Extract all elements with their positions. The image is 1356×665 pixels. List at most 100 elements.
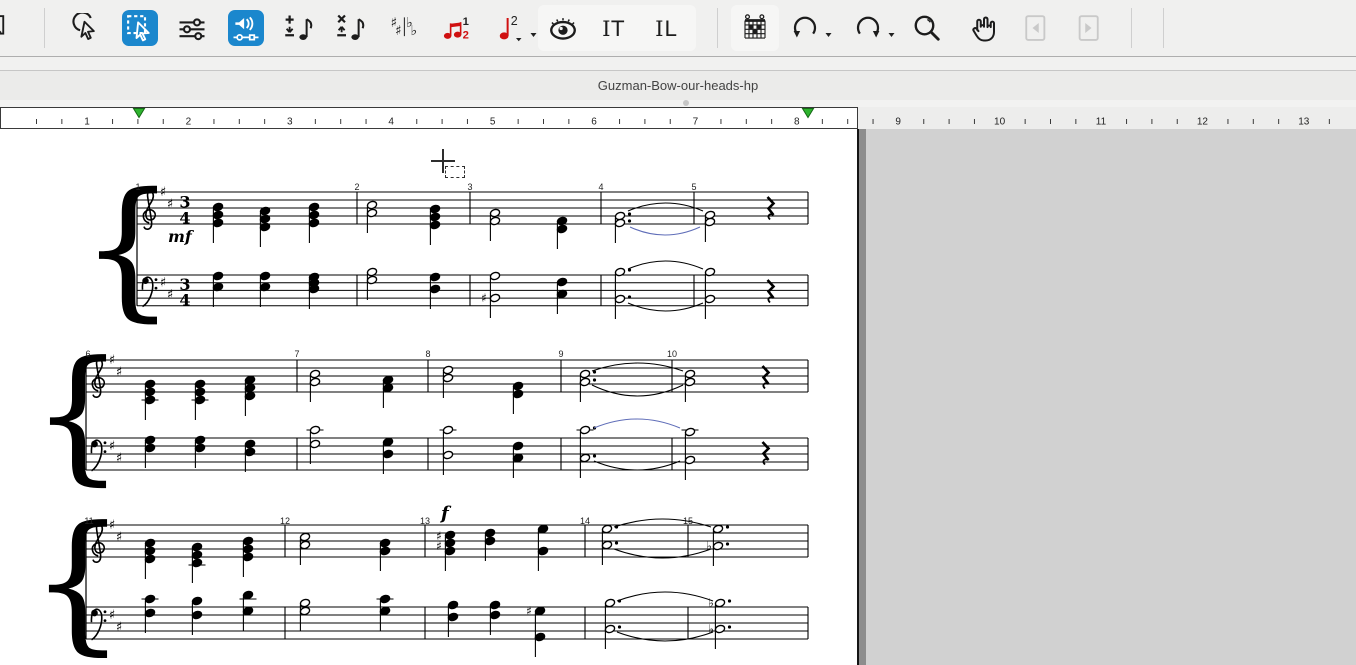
divider-strip bbox=[0, 100, 1356, 107]
view-options-button[interactable] bbox=[546, 11, 580, 45]
pan-tool-button[interactable] bbox=[965, 11, 999, 45]
accidentals-button[interactable]: ♯♯♭♭ bbox=[388, 11, 422, 45]
note-event[interactable] bbox=[763, 442, 769, 465]
note-event[interactable] bbox=[440, 425, 457, 475]
dynamic-marking[interactable]: mf bbox=[168, 227, 195, 246]
playback-settings-button[interactable] bbox=[228, 10, 264, 46]
note-event[interactable] bbox=[377, 594, 394, 631]
note-event[interactable] bbox=[537, 524, 548, 571]
note-event[interactable] bbox=[308, 272, 319, 309]
note-event[interactable] bbox=[768, 280, 774, 303]
tie[interactable] bbox=[592, 363, 683, 371]
edit-partial-icon bbox=[0, 13, 7, 43]
note-event[interactable] bbox=[244, 375, 255, 416]
note-event[interactable] bbox=[382, 437, 393, 474]
note-event[interactable] bbox=[601, 524, 618, 565]
note-event[interactable] bbox=[259, 271, 270, 307]
note-event[interactable] bbox=[429, 272, 440, 309]
measure-number: 13 bbox=[420, 516, 430, 526]
note-event[interactable] bbox=[379, 538, 390, 571]
tie[interactable] bbox=[617, 592, 713, 601]
edit-mode-button[interactable] bbox=[0, 11, 9, 45]
tie[interactable] bbox=[614, 519, 711, 527]
note-event[interactable] bbox=[194, 435, 205, 468]
selected-tie[interactable] bbox=[594, 419, 680, 428]
insert-note-button[interactable] bbox=[282, 11, 316, 45]
measure-number: 9 bbox=[558, 349, 563, 359]
tie[interactable] bbox=[592, 385, 683, 396]
note-event[interactable] bbox=[240, 590, 257, 631]
chevron-down-icon bbox=[887, 31, 896, 39]
chord-diagram-button[interactable] bbox=[738, 11, 772, 45]
note-event[interactable] bbox=[192, 379, 209, 420]
note-event[interactable] bbox=[308, 202, 319, 243]
note-event[interactable] bbox=[604, 598, 621, 649]
note-event[interactable] bbox=[244, 439, 255, 472]
score-area: { ♯♯34 ♯♯3412345 ♯ { ♯♯ ♯♯678910 { ♯♯ ♯♯… bbox=[0, 129, 1356, 665]
horizontal-ruler[interactable]: 12345678910111213 bbox=[0, 107, 1356, 129]
note-event[interactable]: ♭ bbox=[706, 524, 729, 566]
note-event[interactable] bbox=[512, 381, 523, 414]
svg-text:2: 2 bbox=[186, 117, 192, 128]
note-event[interactable] bbox=[142, 379, 159, 420]
note-event[interactable] bbox=[142, 594, 159, 633]
tie[interactable] bbox=[617, 632, 713, 641]
quarter-rest bbox=[763, 442, 769, 465]
lasso-pointer-icon bbox=[72, 13, 102, 43]
note-event[interactable] bbox=[259, 206, 270, 247]
text-tool-button[interactable]: IT bbox=[597, 11, 631, 45]
dynamic-marking[interactable]: f bbox=[439, 503, 452, 524]
note-duration-button[interactable]: 2 bbox=[493, 11, 527, 45]
note-event[interactable] bbox=[512, 441, 523, 478]
filter-settings-button[interactable] bbox=[175, 11, 209, 45]
marquee-select-button[interactable] bbox=[122, 10, 158, 46]
redo-button-dropdown-caret[interactable] bbox=[887, 26, 896, 34]
note-event[interactable] bbox=[366, 267, 377, 300]
note-event[interactable] bbox=[556, 277, 567, 314]
note-duration-button-dropdown-caret[interactable] bbox=[529, 26, 538, 34]
undo-button[interactable] bbox=[788, 11, 822, 45]
score-svg[interactable]: { ♯♯34 ♯♯3412345 ♯ { ♯♯ ♯♯678910 { ♯♯ ♯♯… bbox=[0, 129, 857, 665]
svg-text:13: 13 bbox=[1298, 117, 1310, 128]
note-event[interactable] bbox=[212, 202, 223, 243]
key-signature-sharp: ♯ bbox=[116, 530, 122, 545]
time-signature-denominator: 4 bbox=[179, 209, 190, 228]
lasso-select-button[interactable] bbox=[70, 11, 104, 45]
note-event[interactable]: ♯♯ bbox=[436, 529, 455, 571]
redo-button[interactable] bbox=[851, 11, 885, 45]
magnifier-icon bbox=[912, 13, 942, 43]
note-event[interactable] bbox=[429, 204, 440, 245]
tie[interactable] bbox=[628, 261, 703, 269]
score-page[interactable]: { ♯♯34 ♯♯3412345 ♯ { ♯♯ ♯♯678910 { ♯♯ ♯♯… bbox=[0, 129, 857, 665]
note-event[interactable] bbox=[212, 271, 223, 307]
note-event[interactable] bbox=[307, 425, 324, 464]
note-event[interactable] bbox=[684, 369, 695, 402]
note-event[interactable] bbox=[556, 216, 567, 249]
tie[interactable] bbox=[628, 203, 703, 211]
selected-tie[interactable] bbox=[630, 227, 700, 235]
note-event[interactable] bbox=[144, 435, 155, 468]
note-event[interactable] bbox=[242, 536, 253, 577]
undo-button-dropdown-caret[interactable] bbox=[824, 26, 833, 34]
svg-text:10: 10 bbox=[994, 117, 1006, 128]
delete-note-button[interactable] bbox=[334, 11, 368, 45]
note-event[interactable] bbox=[489, 600, 500, 635]
toolbar-separator bbox=[44, 8, 45, 48]
note-event[interactable] bbox=[484, 528, 495, 561]
note-event[interactable] bbox=[489, 208, 500, 241]
voice-select-button[interactable]: 12 bbox=[440, 11, 474, 45]
note-event[interactable] bbox=[309, 369, 320, 402]
note-event[interactable] bbox=[144, 538, 155, 579]
note-event[interactable] bbox=[366, 200, 377, 233]
note-event[interactable] bbox=[442, 365, 453, 398]
note-event[interactable] bbox=[189, 542, 206, 583]
note-event[interactable]: ♯ bbox=[481, 271, 500, 318]
toolbar-separator bbox=[1131, 8, 1132, 48]
note-event[interactable] bbox=[704, 210, 715, 242]
note-event[interactable] bbox=[763, 366, 769, 389]
tie[interactable] bbox=[628, 303, 703, 311]
divider-grab-dot[interactable] bbox=[683, 100, 689, 106]
zoom-tool-button[interactable] bbox=[910, 11, 944, 45]
note-event[interactable] bbox=[191, 596, 202, 635]
lyrics-tool-button[interactable]: IL bbox=[650, 11, 684, 45]
